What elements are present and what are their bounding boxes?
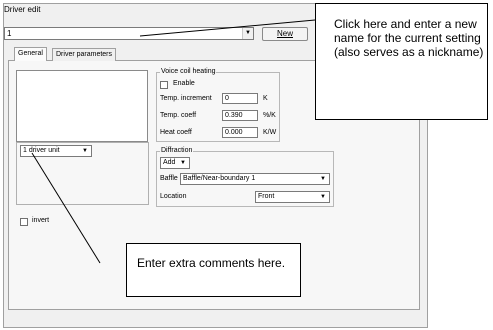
temp-coeff-input[interactable]: 0.390 xyxy=(222,110,258,121)
location-select[interactable]: Front ▼ xyxy=(255,191,330,203)
chevron-down-icon[interactable]: ▼ xyxy=(318,175,328,184)
temp-increment-input[interactable]: 0 xyxy=(222,93,258,104)
baffle-label: Baffle xyxy=(160,175,178,182)
location-value: Front xyxy=(258,193,275,200)
name-combo-value: 1 xyxy=(7,29,12,38)
voice-coil-group-label: Voice coil heating xyxy=(160,68,217,76)
temp-coeff-label: Temp. coeff xyxy=(160,112,197,119)
add-diffraction-select[interactable]: Add ▼ xyxy=(160,157,190,169)
callout-name-hint: Click here and enter a new name for the … xyxy=(315,3,488,120)
temp-increment-unit: K xyxy=(263,95,268,102)
chevron-down-icon[interactable]: ▼ xyxy=(242,28,253,39)
temp-coeff-unit: %/K xyxy=(263,112,276,119)
new-button[interactable]: New xyxy=(262,27,308,41)
diffraction-group-label: Diffraction xyxy=(160,147,194,155)
baffle-select[interactable]: Baffle/Near-boundary 1 ▼ xyxy=(180,173,330,185)
callout-comments-hint: Enter extra comments here. xyxy=(126,243,301,297)
driver-units-select[interactable]: 1 driver unit ▼ xyxy=(20,145,92,157)
temp-increment-label: Temp. increment xyxy=(160,95,212,102)
driver-units-value: 1 driver unit xyxy=(23,147,60,154)
baffle-value: Baffle/Near-boundary 1 xyxy=(183,175,256,182)
name-combo[interactable]: 1 ▼ xyxy=(4,27,254,40)
location-label: Location xyxy=(160,193,187,200)
comments-textarea[interactable] xyxy=(16,70,148,142)
enable-checkbox[interactable] xyxy=(160,81,168,89)
heat-coeff-label: Heat coeff xyxy=(160,129,192,136)
invert-label: invert xyxy=(32,217,50,224)
chevron-down-icon[interactable]: ▼ xyxy=(80,147,90,156)
chevron-down-icon[interactable]: ▼ xyxy=(178,159,188,168)
heat-coeff-input[interactable]: 0.000 xyxy=(222,127,258,138)
tab-driver-parameters[interactable]: Driver parameters xyxy=(52,48,117,61)
window-title: Driver edit xyxy=(4,5,41,14)
chevron-down-icon[interactable]: ▼ xyxy=(318,193,328,202)
enable-label: Enable xyxy=(173,80,195,87)
add-label: Add xyxy=(163,159,176,166)
heat-coeff-unit: K/W xyxy=(263,129,277,136)
tab-general[interactable]: General xyxy=(14,47,47,61)
invert-checkbox[interactable] xyxy=(20,218,28,226)
